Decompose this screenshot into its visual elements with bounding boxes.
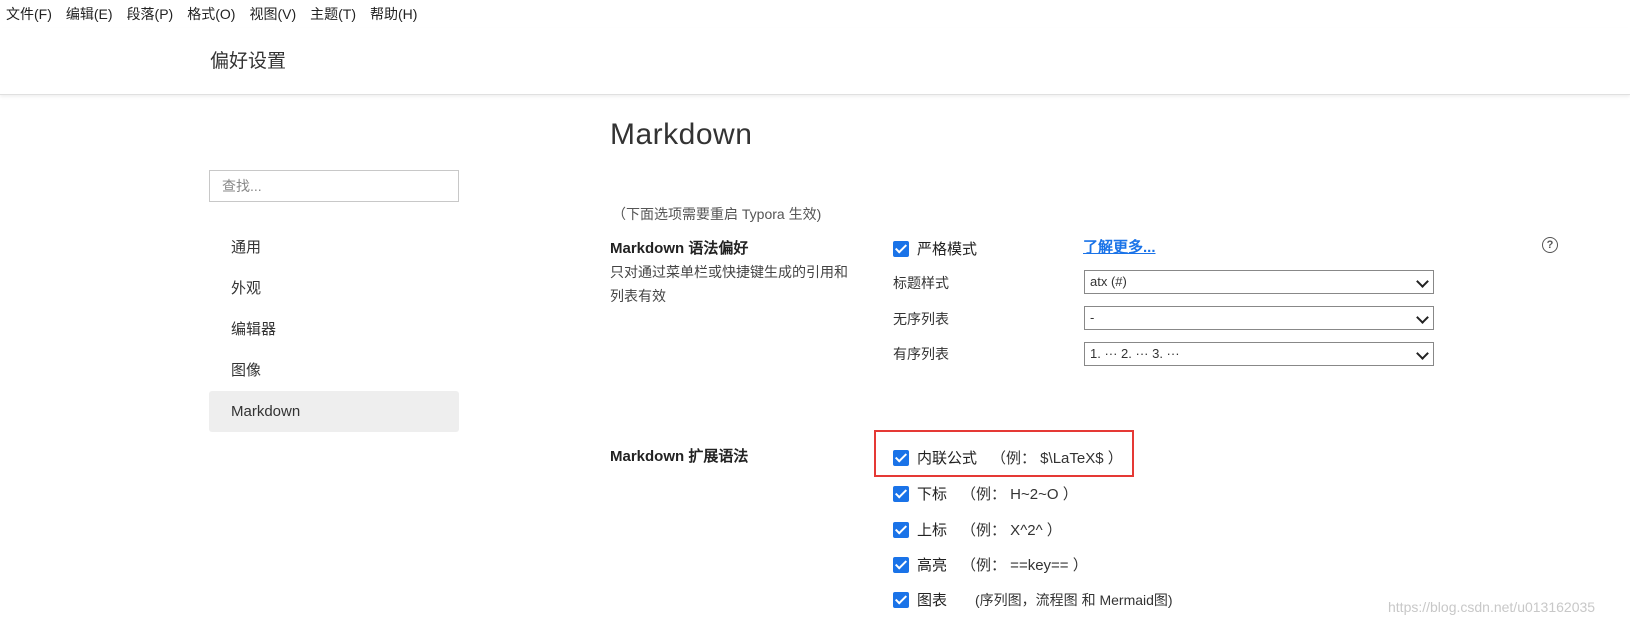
chevron-down-icon [1416, 275, 1429, 288]
ordered-list-value: 1. ··· 2. ··· 3. ··· [1090, 346, 1180, 361]
heading-style-value: atx (#) [1090, 274, 1127, 289]
option-example: （例： $\LaTeX$ ） [991, 450, 1123, 467]
superscript-checkbox[interactable]: 上标 （例： X^2^ ） [893, 519, 1062, 540]
checkbox-checked-icon[interactable] [893, 521, 909, 538]
chevron-down-icon [1416, 347, 1429, 360]
chevron-down-icon [1416, 311, 1429, 324]
menu-help[interactable]: 帮助(H) [370, 4, 417, 24]
extended-syntax-title: Markdown 扩展语法 [610, 448, 749, 465]
checkbox-checked-icon[interactable] [893, 591, 909, 608]
menu-format[interactable]: 格式(O) [187, 4, 235, 24]
unordered-list-select[interactable]: - [1084, 306, 1434, 330]
menu-paragraph[interactable]: 段落(P) [127, 4, 174, 24]
search-input[interactable] [209, 170, 459, 202]
checkbox-checked-icon[interactable] [893, 556, 909, 573]
option-example: （例： X^2^ ） [961, 522, 1062, 539]
page-title: 偏好设置 [210, 51, 287, 72]
strict-mode-checkbox[interactable]: 严格模式 [893, 238, 977, 259]
preferences-header: 偏好设置 [0, 28, 1630, 95]
learn-more-link[interactable]: 了解更多... [1083, 236, 1156, 257]
section-heading: Markdown [610, 118, 753, 151]
syntax-pref-desc: 只对通过菜单栏或快捷键生成的引用和列表有效 [610, 264, 848, 304]
option-label: 下标 [917, 486, 948, 503]
sidebar-item-general[interactable]: 通用 [209, 227, 459, 268]
menu-view[interactable]: 视图(V) [249, 4, 296, 24]
diagrams-checkbox[interactable]: 图表 (序列图，流程图 和 Mermaid图) [893, 589, 1173, 610]
heading-style-select[interactable]: atx (#) [1084, 270, 1434, 294]
syntax-pref-title: Markdown 语法偏好 [610, 240, 749, 257]
sidebar-item-markdown[interactable]: Markdown [209, 391, 459, 432]
unordered-list-value: - [1090, 310, 1095, 325]
checkbox-checked-icon[interactable] [893, 485, 909, 502]
heading-style-label: 标题样式 [893, 275, 949, 291]
highlight-checkbox[interactable]: 高亮 （例： ==key== ） [893, 554, 1088, 575]
menu-theme[interactable]: 主题(T) [310, 4, 356, 24]
ordered-list-select[interactable]: 1. ··· 2. ··· 3. ··· [1084, 342, 1434, 366]
question-circle-icon[interactable]: ? [1542, 237, 1558, 253]
inline-math-checkbox[interactable]: 内联公式 （例： $\LaTeX$ ） [893, 447, 1123, 468]
strict-mode-label: 严格模式 [917, 241, 978, 258]
option-example: （例： ==key== ） [961, 557, 1088, 574]
option-label: 图表 [917, 592, 948, 609]
watermark: https://blog.csdn.net/u013162035 [1388, 599, 1596, 615]
ordered-list-label: 有序列表 [893, 346, 949, 362]
sidebar-item-image[interactable]: 图像 [209, 350, 459, 391]
option-label: 上标 [917, 522, 948, 539]
menu-file[interactable]: 文件(F) [6, 4, 52, 24]
unordered-list-label: 无序列表 [893, 311, 949, 327]
option-label: 内联公式 [917, 450, 978, 467]
sidebar-nav: 通用 外观 编辑器 图像 Markdown [209, 227, 459, 432]
checkbox-checked-icon[interactable] [893, 449, 909, 466]
restart-note: （下面选项需要重启 Typora 生效) [612, 206, 822, 222]
menu-bar: 文件(F) 编辑(E) 段落(P) 格式(O) 视图(V) 主题(T) 帮助(H… [0, 0, 431, 28]
subscript-checkbox[interactable]: 下标 （例： H~2~O ） [893, 483, 1078, 504]
sidebar-item-editor[interactable]: 编辑器 [209, 309, 459, 350]
checkbox-checked-icon[interactable] [893, 240, 909, 257]
menu-edit[interactable]: 编辑(E) [66, 4, 113, 24]
option-label: 高亮 [917, 557, 948, 574]
option-example: (序列图，流程图 和 Mermaid图) [975, 591, 1173, 608]
sidebar-item-appearance[interactable]: 外观 [209, 268, 459, 309]
option-example: （例： H~2~O ） [961, 486, 1078, 503]
